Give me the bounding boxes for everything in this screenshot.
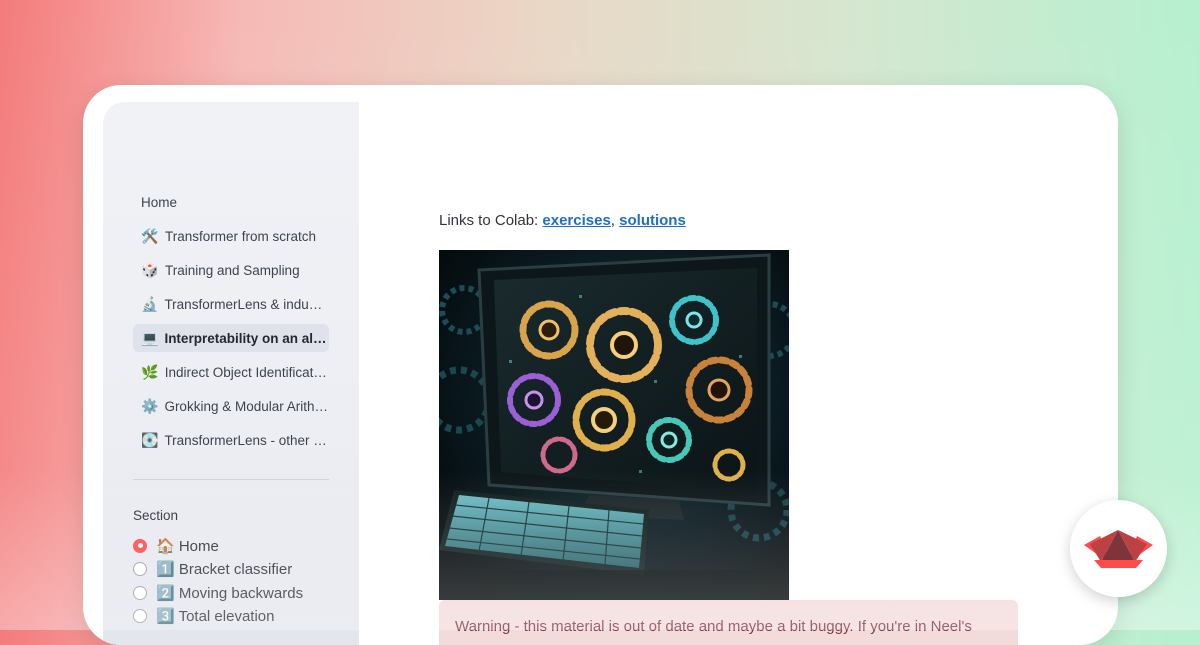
nav-item-transformerlens-other[interactable]: 💽 TransformerLens - other features xyxy=(133,426,329,454)
page-nav: Home 🛠️ Transformer from scratch 🎲 Train… xyxy=(133,188,329,460)
radio-unselected-icon[interactable] xyxy=(133,609,147,624)
radio-selected-icon[interactable] xyxy=(133,538,147,553)
nav-item-label: Home xyxy=(141,194,178,210)
sidebar-divider xyxy=(133,479,329,480)
nav-item-interpretability-algorithmic[interactable]: 💻 Interpretability on an algorithmic mod… xyxy=(133,324,329,352)
sidebar: Home 🛠️ Transformer from scratch 🎲 Train… xyxy=(103,102,359,645)
colab-links: Links to Colab: exercises, solutions xyxy=(439,212,686,229)
radio-label: 1️⃣ Bracket classifier xyxy=(156,561,293,579)
nav-item-indirect-object-identification[interactable]: 🌿 Indirect Object Identification xyxy=(133,358,329,386)
nav-item-label: TransformerLens - other features xyxy=(164,432,329,448)
radio-label: 3️⃣ Total elevation xyxy=(156,608,275,626)
streamlit-logo-icon xyxy=(1084,530,1153,568)
section-radio-group: 🏠 Home 1️⃣ Bracket classifier 2️⃣ Moving… xyxy=(133,534,303,628)
radio-option-moving-backwards[interactable]: 2️⃣ Moving backwards xyxy=(133,581,303,605)
nav-item-home[interactable]: Home xyxy=(133,188,329,216)
gear-icon: ⚙️ xyxy=(141,397,159,414)
nav-item-transformer-from-scratch[interactable]: 🛠️ Transformer from scratch xyxy=(133,222,329,250)
minidisc-icon: 💽 xyxy=(141,431,159,448)
solutions-link[interactable]: solutions xyxy=(619,212,686,229)
radio-option-bracket-classifier[interactable]: 1️⃣ Bracket classifier xyxy=(133,558,303,582)
radio-option-total-elevation[interactable]: 3️⃣ Total elevation xyxy=(133,605,303,629)
radio-unselected-icon[interactable] xyxy=(133,585,147,600)
radio-label: 2️⃣ Moving backwards xyxy=(156,584,304,602)
nav-item-label: Transformer from scratch xyxy=(165,228,317,244)
links-prefix: Links to Colab: xyxy=(439,212,543,229)
streamlit-logo-badge xyxy=(1070,500,1167,597)
nav-item-label: Grokking & Modular Arithmetic xyxy=(164,398,329,414)
nav-item-label: Indirect Object Identification xyxy=(164,364,329,380)
links-separator: , xyxy=(610,212,620,229)
herb-icon: 🌿 xyxy=(141,363,159,380)
nav-item-label: TransformerLens & induction circuits xyxy=(164,296,329,312)
app-window: Home 🛠️ Transformer from scratch 🎲 Train… xyxy=(83,85,1118,645)
nav-item-grokking-modular-arithmetic[interactable]: ⚙️ Grokking & Modular Arithmetic xyxy=(133,392,329,420)
radio-unselected-icon[interactable] xyxy=(133,562,147,577)
section-label: Section xyxy=(133,508,179,523)
radio-label: 🏠 Home xyxy=(156,537,219,555)
hero-image xyxy=(439,250,789,600)
exercises-link[interactable]: exercises xyxy=(542,212,610,229)
laptop-icon: 💻 xyxy=(141,329,159,346)
warning-callout: Warning - this material is out of date a… xyxy=(439,600,1018,645)
dice-icon: 🎲 xyxy=(141,261,159,278)
nav-item-transformerlens-induction[interactable]: 🔬 TransformerLens & induction circuits xyxy=(133,290,329,318)
nav-item-label: Interpretability on an algorithmic model xyxy=(164,330,329,346)
nav-item-label: Training and Sampling xyxy=(165,262,300,278)
nav-item-training-sampling[interactable]: 🎲 Training and Sampling xyxy=(133,256,329,284)
tools-icon: 🛠️ xyxy=(141,227,159,244)
microscope-icon: 🔬 xyxy=(141,295,159,312)
warning-text: Warning - this material is out of date a… xyxy=(455,618,972,635)
radio-option-home[interactable]: 🏠 Home xyxy=(133,534,303,558)
